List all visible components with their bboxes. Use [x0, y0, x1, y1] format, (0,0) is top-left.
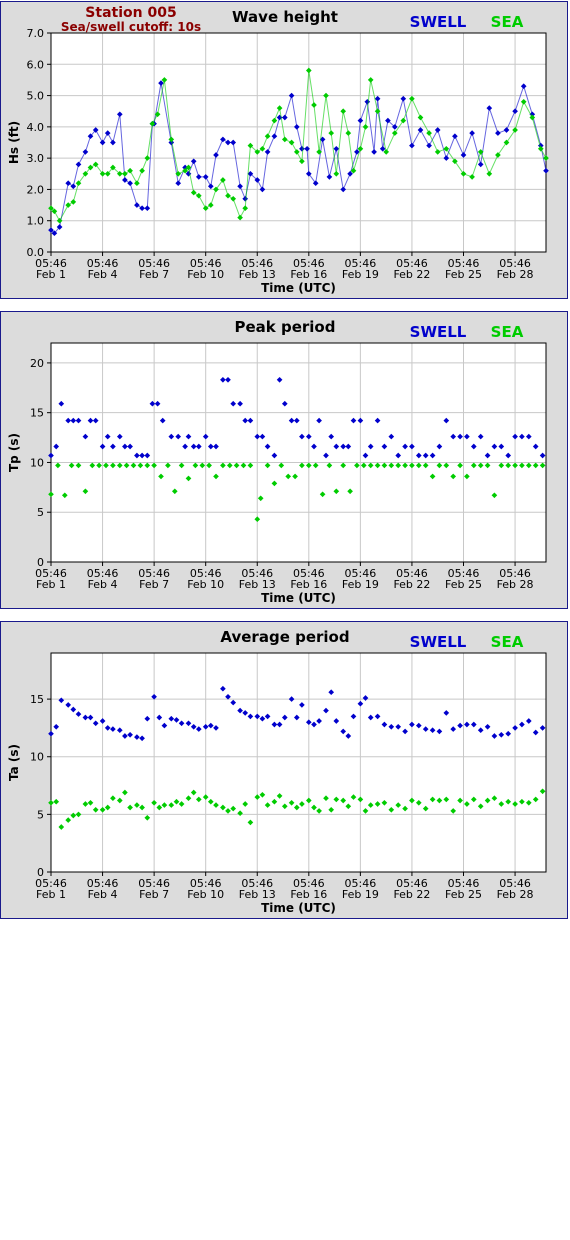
x-tick-date-label: Feb 25	[445, 578, 482, 591]
x-tick-date-label: Feb 4	[88, 578, 118, 591]
y-tick-label: 20	[30, 357, 44, 370]
legend-sea: SEA	[491, 13, 524, 31]
peak-period-panel: Peak period SWELL SEA 0 5 10 15 20 05:46 Feb 1 05:…	[0, 311, 568, 609]
y-tick-label: 6.0	[27, 58, 45, 71]
x-tick-date-label: Feb 13	[239, 578, 276, 591]
wave-height-chart: Wave height SWELL SEA0.01.02.03.04.05.06.0…	[7, 5, 549, 295]
plot-area	[51, 343, 546, 562]
y-tick-label: 2.0	[27, 183, 45, 196]
y-tick-label: 7.0	[27, 27, 45, 40]
chart-title: Average period	[220, 628, 349, 646]
plot-area	[51, 33, 546, 252]
x-tick-date-label: Feb 25	[445, 268, 482, 281]
legend-swell: SWELL	[410, 323, 467, 341]
x-tick-date-label: Feb 28	[497, 888, 534, 901]
average-period-chart: Average period SWELL SEA05101505:46Feb 105…	[7, 628, 547, 915]
x-tick-date-label: Feb 1	[36, 578, 66, 591]
x-tick-date-label: Feb 22	[393, 578, 430, 591]
y-axis-label: Ta (s)	[7, 744, 21, 781]
y-tick-label: 10	[30, 456, 44, 469]
x-tick-date-label: Feb 25	[445, 888, 482, 901]
x-tick-date-label: Feb 28	[497, 268, 534, 281]
x-tick-date-label: Feb 19	[342, 268, 379, 281]
x-tick-date-label: Feb 22	[393, 268, 430, 281]
x-axis-label: Time (UTC)	[261, 281, 336, 295]
x-tick-date-label: Feb 13	[239, 268, 276, 281]
x-tick-date-label: Feb 16	[290, 268, 327, 281]
x-tick-date-label: Feb 10	[187, 888, 224, 901]
legend-swell: SWELL	[410, 13, 467, 31]
y-tick-label: 15	[30, 407, 44, 420]
station-title: Station 005	[85, 5, 176, 21]
x-tick-date-label: Feb 28	[497, 578, 534, 591]
x-tick-date-label: Feb 4	[88, 888, 118, 901]
average-period-panel: Average period SWELL SEA 0 5 10 15 05:46 Feb 1 05…	[0, 621, 568, 919]
x-tick-date-label: Feb 7	[139, 268, 169, 281]
x-tick-date-label: Feb 1	[36, 268, 66, 281]
y-tick-label: 4.0	[27, 121, 45, 134]
x-axis-label: Time (UTC)	[261, 901, 336, 915]
x-tick-date-label: Feb 4	[88, 268, 118, 281]
x-tick-date-label: Feb 7	[139, 888, 169, 901]
y-tick-label: 5	[37, 808, 44, 821]
legend-sea: SEA	[491, 633, 524, 651]
peak-period-chart: Peak period SWELL SEA0510152005:46Feb 105:…	[7, 318, 547, 605]
x-tick-date-label: Feb 7	[139, 578, 169, 591]
x-tick-date-label: Feb 22	[393, 888, 430, 901]
y-tick-label: 5	[37, 506, 44, 519]
y-tick-label: 10	[30, 751, 44, 764]
x-tick-date-label: Feb 1	[36, 888, 66, 901]
y-axis-label: Tp (s)	[7, 433, 21, 472]
legend-sea: SEA	[491, 323, 524, 341]
x-tick-date-label: Feb 19	[342, 888, 379, 901]
x-axis-label: Time (UTC)	[261, 591, 336, 605]
y-tick-label: 3.0	[27, 152, 45, 165]
x-tick-date-label: Feb 10	[187, 578, 224, 591]
wave-height-panel: Wave height SWELL SEA 0.0 1.0 2.0 3.0 4.0 5.0 6.0…	[0, 1, 568, 299]
y-axis-label: Hs (ft)	[7, 121, 21, 164]
chart-title: Wave height	[232, 8, 338, 26]
y-tick-label: 1.0	[27, 215, 45, 228]
legend-swell: SWELL	[410, 633, 467, 651]
x-tick-date-label: Feb 19	[342, 578, 379, 591]
x-tick-date-label: Feb 16	[290, 888, 327, 901]
cutoff-note: Sea/swell cutoff: 10s	[61, 20, 201, 34]
chart-title: Peak period	[235, 318, 336, 336]
y-tick-label: 15	[30, 693, 44, 706]
x-tick-date-label: Feb 13	[239, 888, 276, 901]
y-tick-label: 5.0	[27, 90, 45, 103]
plot-area	[51, 653, 546, 872]
x-tick-date-label: Feb 16	[290, 578, 327, 591]
x-tick-date-label: Feb 10	[187, 268, 224, 281]
